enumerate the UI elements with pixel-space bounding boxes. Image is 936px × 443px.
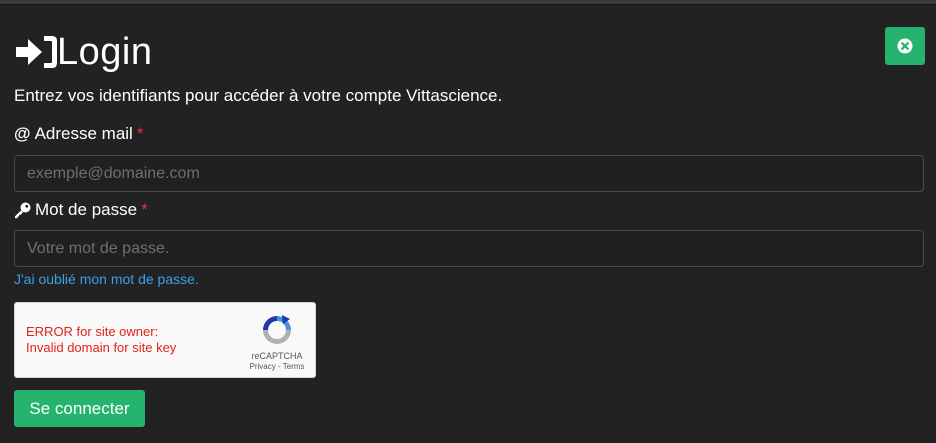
- modal-title: Login: [57, 31, 153, 73]
- modal-header: Login: [14, 30, 152, 74]
- email-label: @ Adresse mail *: [14, 124, 143, 144]
- recaptcha-widget[interactable]: ERROR for site owner: Invalid domain for…: [14, 302, 316, 378]
- recaptcha-error: ERROR for site owner: Invalid domain for…: [26, 324, 176, 356]
- login-submit-button[interactable]: Se connecter: [14, 390, 145, 427]
- close-button[interactable]: [885, 27, 925, 65]
- sign-in-icon: [14, 32, 58, 72]
- recaptcha-brand: reCAPTCHA: [251, 351, 303, 361]
- at-icon: @: [14, 124, 31, 143]
- required-mark: *: [136, 124, 144, 143]
- recaptcha-branding: reCAPTCHA Privacy - Terms: [245, 311, 309, 375]
- recaptcha-logo-icon: [263, 315, 291, 344]
- email-label-text: Adresse mail: [34, 124, 133, 143]
- password-field[interactable]: [14, 230, 924, 267]
- required-mark: *: [141, 200, 148, 219]
- recaptcha-error-line1: ERROR for site owner:: [26, 324, 159, 339]
- intro-text: Entrez vos identifiants pour accéder à v…: [14, 86, 503, 105]
- key-icon: [14, 202, 31, 219]
- email-field[interactable]: [14, 155, 924, 192]
- close-circle-icon: [897, 38, 913, 54]
- password-label: Mot de passe *: [14, 200, 148, 220]
- password-label-text: Mot de passe: [35, 200, 138, 219]
- recaptcha-error-line2: Invalid domain for site key: [26, 340, 177, 355]
- forgot-password-link[interactable]: J'ai oublié mon mot de passe.: [14, 271, 199, 287]
- top-divider: [0, 0, 936, 5]
- recaptcha-terms-link[interactable]: Privacy - Terms: [245, 362, 309, 372]
